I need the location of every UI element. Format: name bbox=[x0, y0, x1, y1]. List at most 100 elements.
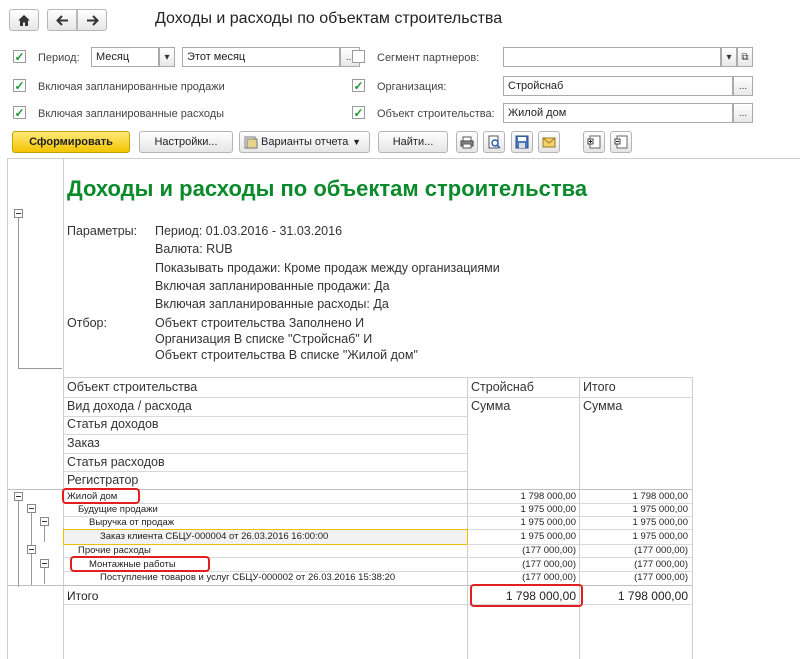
organization-field[interactable]: Стройснаб bbox=[503, 76, 733, 96]
home-icon bbox=[18, 14, 30, 26]
collapse-row-toggle[interactable] bbox=[40, 517, 49, 526]
filter-line: Организация В списке "Стройснаб" И bbox=[155, 332, 373, 346]
segment-checkbox[interactable] bbox=[352, 50, 365, 63]
param-line: Валюта: RUB bbox=[155, 242, 233, 256]
include-planned-expenses-checkbox[interactable]: ✓ bbox=[13, 106, 26, 119]
segment-open-button[interactable]: ⧉ bbox=[737, 47, 753, 67]
table-cell-total: (177 000,00) bbox=[634, 572, 688, 583]
row-divider bbox=[63, 604, 692, 605]
find-button[interactable]: Найти... bbox=[378, 131, 448, 153]
tree-line bbox=[44, 526, 45, 542]
total-label: Итого bbox=[67, 589, 99, 603]
tree-line bbox=[18, 501, 19, 587]
table-row-label[interactable]: Поступление товаров и услуг СБЦУ-000002 … bbox=[100, 572, 395, 583]
table-cell-total: (177 000,00) bbox=[634, 559, 688, 570]
object-field[interactable]: Жилой дом bbox=[503, 103, 733, 123]
send-email-button[interactable] bbox=[538, 131, 560, 153]
column-divider-3 bbox=[692, 377, 693, 659]
organization-label: Организация: bbox=[377, 81, 447, 93]
filter-line: Объект строительства Заполнено И bbox=[155, 316, 365, 330]
column-header-stroysnab: Стройснаб bbox=[471, 380, 534, 394]
tree-line bbox=[18, 368, 62, 369]
window-title: Доходы и расходы по объектам строительст… bbox=[155, 10, 503, 27]
param-line: Показывать продажи: Кроме продаж между о… bbox=[155, 261, 500, 275]
report-variants-label: Варианты отчета bbox=[261, 136, 349, 148]
total-cell-total: 1 798 000,00 bbox=[617, 589, 688, 603]
column-sub-stroysnab: Сумма bbox=[471, 399, 511, 413]
tree-line bbox=[18, 218, 19, 368]
column-divider-2 bbox=[579, 377, 580, 659]
collapse-tree-icon bbox=[614, 135, 628, 149]
collapse-row-toggle[interactable] bbox=[27, 545, 36, 554]
expand-groups-button[interactable] bbox=[583, 131, 605, 153]
segment-dropdown[interactable]: ▾ bbox=[721, 47, 737, 67]
header-object: Объект строительства bbox=[67, 380, 198, 394]
header-divider bbox=[63, 453, 467, 454]
filter-label: Отбор: bbox=[67, 316, 107, 330]
row-divider bbox=[8, 585, 692, 586]
include-planned-sales-checkbox[interactable]: ✓ bbox=[13, 79, 26, 92]
table-cell-total: (177 000,00) bbox=[634, 545, 688, 556]
save-icon bbox=[515, 135, 529, 149]
save-button[interactable] bbox=[511, 131, 533, 153]
table-row-label[interactable]: Выручка от продаж bbox=[89, 517, 174, 528]
collapse-row-toggle[interactable] bbox=[40, 559, 49, 568]
report-title: Доходы и расходы по объектам строительст… bbox=[67, 176, 588, 201]
segment-field[interactable] bbox=[503, 47, 721, 67]
object-choose-button[interactable]: ... bbox=[733, 103, 753, 123]
settings-button[interactable]: Настройки... bbox=[139, 131, 233, 153]
params-label: Параметры: bbox=[67, 224, 138, 238]
home-button[interactable] bbox=[9, 9, 39, 31]
preview-button[interactable] bbox=[483, 131, 505, 153]
collapse-row-toggle[interactable] bbox=[14, 492, 23, 501]
organization-choose-button[interactable]: ... bbox=[733, 76, 753, 96]
table-cell-total: 1 975 000,00 bbox=[632, 531, 688, 542]
tree-line bbox=[44, 568, 45, 584]
envelope-icon bbox=[542, 137, 556, 147]
back-button[interactable] bbox=[47, 9, 77, 31]
header-divider bbox=[467, 397, 692, 398]
period-type-dropdown[interactable]: ▾ bbox=[159, 47, 175, 67]
collapse-groups-button[interactable] bbox=[610, 131, 632, 153]
table-cell-stroysnab: 1 975 000,00 bbox=[520, 531, 576, 542]
column-header-total: Итого bbox=[583, 380, 616, 394]
object-checkbox[interactable]: ✓ bbox=[352, 106, 365, 119]
collapse-header-toggle[interactable] bbox=[14, 209, 23, 218]
tree-line bbox=[31, 513, 32, 545]
table-row-label[interactable]: Прочие расходы bbox=[78, 545, 151, 556]
arrow-right-icon bbox=[86, 14, 99, 26]
header-divider bbox=[63, 471, 467, 472]
forward-button[interactable] bbox=[77, 9, 107, 31]
period-value-field[interactable]: Этот месяц bbox=[182, 47, 340, 67]
report-variants-button[interactable]: Варианты отчета ▼ bbox=[239, 131, 370, 153]
annotation-highlight-object bbox=[62, 488, 140, 504]
organization-checkbox[interactable]: ✓ bbox=[352, 79, 365, 92]
header-income-item: Статья доходов bbox=[67, 417, 159, 431]
table-cell-total: 1 975 000,00 bbox=[632, 517, 688, 528]
table-cell-stroysnab: (177 000,00) bbox=[522, 545, 576, 556]
header-expense-item: Статья расходов bbox=[67, 455, 165, 469]
printer-icon bbox=[460, 136, 474, 148]
print-button[interactable] bbox=[456, 131, 478, 153]
gutter-divider bbox=[63, 159, 64, 659]
column-divider-1 bbox=[467, 377, 468, 659]
table-cell-total: 1 798 000,00 bbox=[632, 491, 688, 502]
report-variants-icon bbox=[244, 136, 258, 148]
annotation-highlight-total bbox=[470, 584, 583, 607]
period-type-select[interactable]: Месяц bbox=[91, 47, 159, 67]
annotation-highlight-installation bbox=[70, 556, 210, 572]
table-cell-stroysnab: 1 975 000,00 bbox=[520, 504, 576, 515]
generate-button[interactable]: Сформировать bbox=[12, 131, 130, 153]
table-cell-stroysnab: (177 000,00) bbox=[522, 572, 576, 583]
chevron-down-icon: ▼ bbox=[352, 137, 361, 147]
object-label: Объект строительства: bbox=[377, 108, 495, 120]
table-cell-total: 1 975 000,00 bbox=[632, 504, 688, 515]
table-row-label[interactable]: Заказ клиента СБЦУ-000004 от 26.03.2016 … bbox=[100, 531, 328, 542]
header-order: Заказ bbox=[67, 436, 100, 450]
include-planned-sales-label: Включая запланированные продажи bbox=[38, 81, 225, 93]
print-preview-icon bbox=[488, 135, 501, 149]
collapse-row-toggle[interactable] bbox=[27, 504, 36, 513]
period-checkbox[interactable]: ✓ bbox=[13, 50, 26, 63]
table-row-label[interactable]: Будущие продажи bbox=[78, 504, 158, 515]
include-planned-expenses-label: Включая запланированные расходы bbox=[38, 108, 225, 120]
